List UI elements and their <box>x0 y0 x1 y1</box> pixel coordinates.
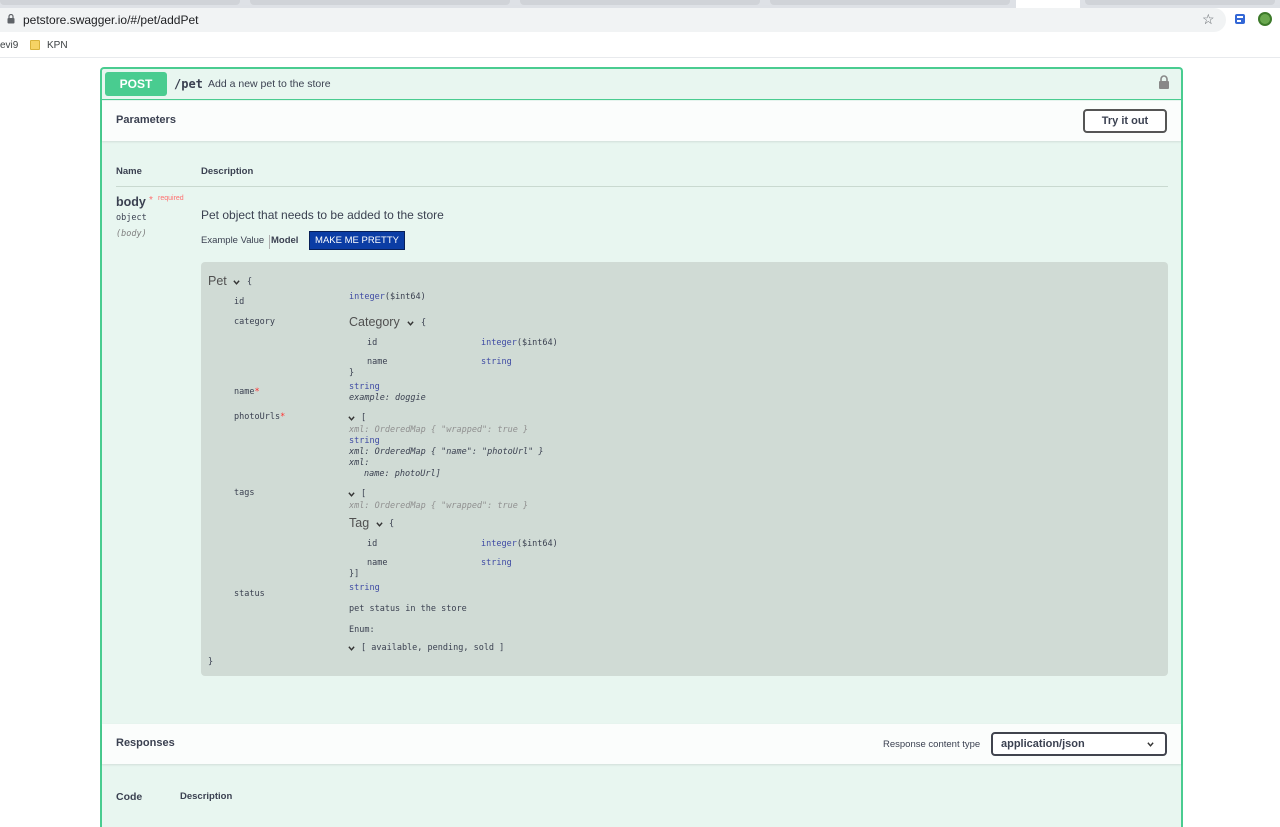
response-content-type-select[interactable]: application/json <box>991 732 1167 756</box>
photourls-xml: xml: <box>349 458 370 468</box>
chevron-down-icon[interactable] <box>348 491 355 498</box>
operation-summary-text: Add a new pet to the store <box>208 78 331 90</box>
profile-extension-icon[interactable] <box>1258 12 1272 26</box>
prop-category-label: category <box>234 317 275 327</box>
prop-status-enum-label: Enum: <box>349 625 375 635</box>
category-name-label: name <box>367 357 388 367</box>
parameters-header: Parameters Try it out <box>102 101 1181 141</box>
model-schema: Pet { id integer($int64) category Catego… <box>201 262 1168 676</box>
prop-status-description: pet status in the store <box>349 604 467 614</box>
response-content-type-label: Response content type <box>883 739 981 750</box>
browser-tab[interactable] <box>1085 0 1275 5</box>
prop-status-type: string <box>349 583 380 593</box>
param-type: object <box>116 213 147 223</box>
param-description: Pet object that needs to be added to the… <box>201 208 444 222</box>
prop-id-format: ($int64) <box>384 292 426 302</box>
try-it-out-button[interactable]: Try it out <box>1083 109 1167 133</box>
category-close-brace: } <box>349 368 355 378</box>
prop-name-required: * <box>254 387 260 397</box>
column-header-name: Name <box>116 166 142 177</box>
prop-status-label: status <box>234 589 265 599</box>
bookmarks-bar: evi9 KPN <box>0 34 1280 58</box>
tag-name-type: string <box>481 558 512 568</box>
lock-icon[interactable] <box>7 14 15 24</box>
photourls-xml-name: xml: OrderedMap { "name": "photoUrl" } <box>349 447 544 457</box>
chevron-down-icon[interactable] <box>376 521 383 528</box>
tags-open-bracket: [ <box>361 489 367 499</box>
tags-xml-wrapped: xml: OrderedMap { "wrapped": true } <box>349 501 529 511</box>
category-open-brace: { <box>421 318 427 328</box>
folder-icon <box>30 40 40 50</box>
bookmark-item-kpn[interactable]: KPN <box>47 40 68 51</box>
prop-name-label: name <box>234 387 255 397</box>
padlock-icon[interactable] <box>1158 75 1170 89</box>
extension-icon[interactable] <box>1234 13 1246 25</box>
chevron-down-icon[interactable] <box>407 320 414 327</box>
browser-tab[interactable] <box>520 0 760 5</box>
parameters-title: Parameters <box>116 114 176 126</box>
column-header-description: Description <box>201 166 254 177</box>
category-id-label: id <box>367 338 378 348</box>
chevron-down-icon[interactable] <box>348 645 355 652</box>
prop-id-label: id <box>234 297 245 307</box>
prop-tags-label: tags <box>234 488 255 498</box>
photourls-xml-name2: name: photoUrl] <box>364 469 441 479</box>
category-id-type: integer <box>481 338 517 348</box>
prop-photourls-label: photoUrls <box>234 412 281 422</box>
model-title[interactable]: Pet <box>208 274 227 288</box>
method-badge: POST <box>105 72 167 96</box>
column-header-response-description: Description <box>180 791 233 802</box>
tag-open-brace: { <box>389 519 395 529</box>
tags-close: }] <box>349 569 360 579</box>
prop-name-example: example: doggie <box>349 393 426 403</box>
param-location: (body) <box>116 229 147 239</box>
category-name-type: string <box>481 357 512 367</box>
tag-id-format: ($int64) <box>516 539 558 549</box>
tag-name-label: name <box>367 558 388 568</box>
operation-path: /pet <box>174 77 203 91</box>
browser-tab[interactable] <box>770 0 1010 5</box>
tag-id-type: integer <box>481 539 517 549</box>
operation-block: POST /pet Add a new pet to the store Par… <box>100 67 1183 827</box>
tab-model[interactable]: Model <box>271 235 298 246</box>
address-bar: petstore.swagger.io/#/pet/addPet ☆ <box>0 8 1280 34</box>
omnibox[interactable]: petstore.swagger.io/#/pet/addPet <box>0 8 1226 32</box>
chevron-down-icon[interactable] <box>348 415 355 422</box>
photourls-item-type: string <box>349 436 380 446</box>
make-me-pretty-button[interactable]: MAKE ME PRETTY <box>309 231 405 250</box>
category-id-format: ($int64) <box>516 338 558 348</box>
required-label: required <box>158 195 184 202</box>
chevron-down-icon[interactable] <box>233 279 240 286</box>
chevron-down-icon[interactable] <box>1147 741 1154 748</box>
column-header-code: Code <box>116 791 143 803</box>
bookmark-star-icon[interactable]: ☆ <box>1202 11 1215 28</box>
browser-tab[interactable] <box>0 0 240 5</box>
photourls-open-bracket: [ <box>361 413 367 423</box>
url-text[interactable]: petstore.swagger.io/#/pet/addPet <box>23 13 198 27</box>
tag-model-title[interactable]: Tag <box>349 516 369 530</box>
tab-example-value[interactable]: Example Value <box>201 235 271 249</box>
required-star: * <box>149 195 153 206</box>
header-divider <box>116 186 1168 187</box>
operation-summary[interactable]: POST /pet Add a new pet to the store <box>102 69 1181 100</box>
tab-strip <box>0 0 1280 8</box>
category-model-title[interactable]: Category <box>349 315 400 329</box>
tag-id-label: id <box>367 539 378 549</box>
close-brace: } <box>208 657 214 667</box>
prop-photourls-required: * <box>280 412 286 422</box>
open-brace: { <box>247 277 253 287</box>
responses-title: Responses <box>116 737 175 749</box>
prop-id-type: integer <box>349 292 385 302</box>
prop-name-type: string <box>349 382 380 392</box>
responses-header: Responses Response content type applicat… <box>102 724 1181 764</box>
photourls-xml-wrapped: xml: OrderedMap { "wrapped": true } <box>349 425 529 435</box>
prop-status-enum-values: [ available, pending, sold ] <box>361 643 505 653</box>
param-name: body <box>116 195 146 209</box>
browser-tab[interactable] <box>250 0 510 5</box>
active-browser-tab[interactable] <box>1016 0 1080 8</box>
bookmark-item[interactable]: evi9 <box>0 40 18 51</box>
